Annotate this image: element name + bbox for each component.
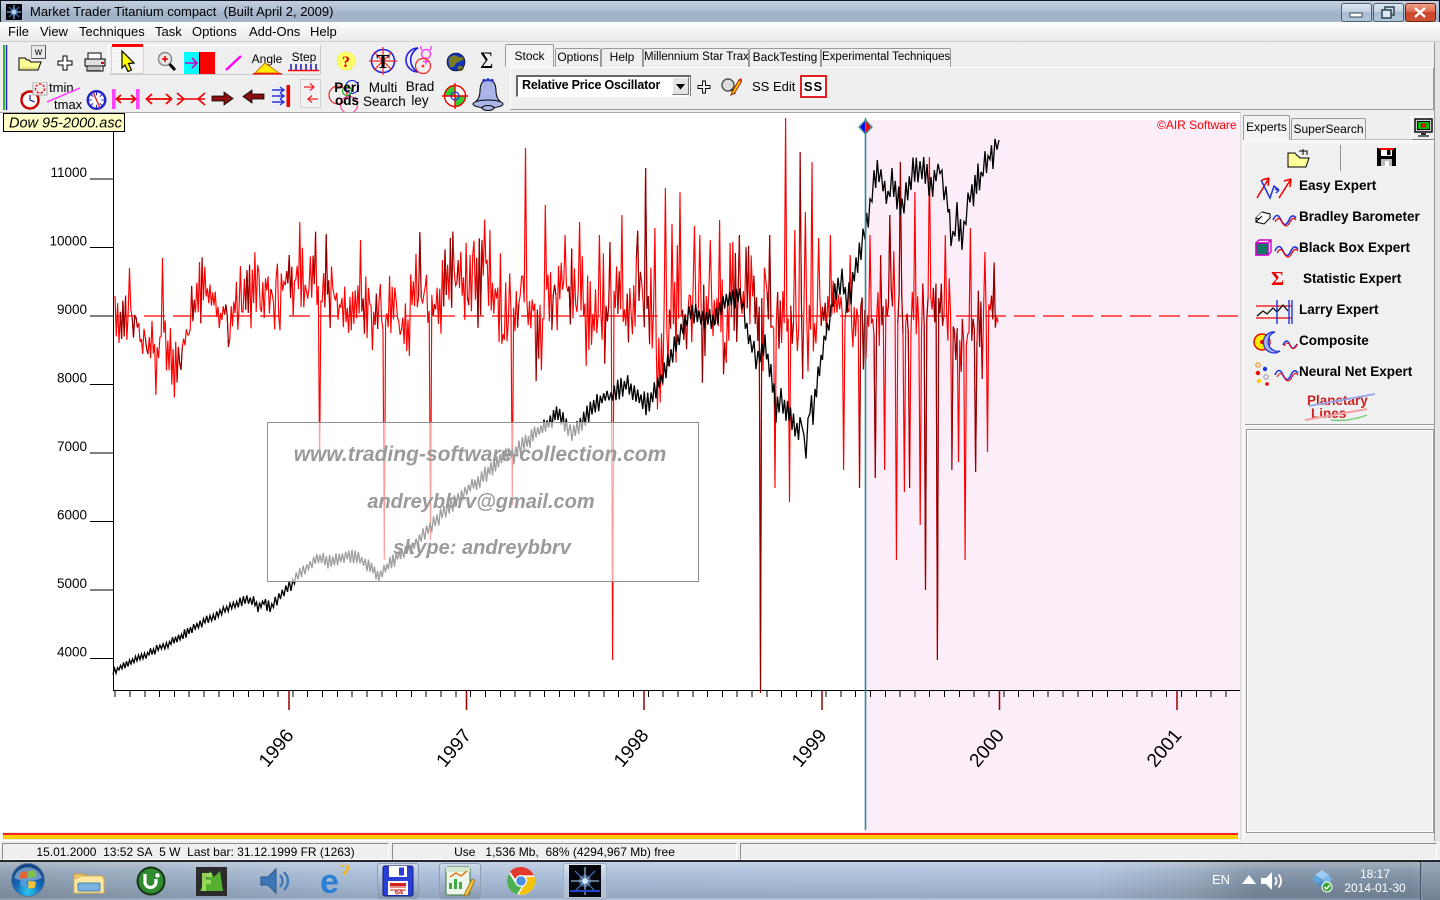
svg-text:T: T (376, 51, 390, 73)
svg-text:©AIR Software: ©AIR Software (1157, 118, 1237, 132)
svg-text:skype: andreybbrv: skype: andreybbrv (393, 537, 573, 559)
svg-text:10000: 10000 (49, 234, 87, 249)
svg-text:5000: 5000 (57, 576, 87, 591)
svg-text:6000: 6000 (57, 508, 87, 523)
svg-text:9000: 9000 (57, 302, 87, 317)
svg-text:11000: 11000 (50, 165, 87, 180)
svg-text:Dow 95-2000.asc: Dow 95-2000.asc (9, 116, 123, 132)
svg-text:e: e (320, 865, 339, 899)
svg-text:7000: 7000 (57, 439, 87, 454)
svg-text:64: 64 (395, 888, 404, 897)
svg-text:4000: 4000 (57, 645, 87, 660)
svg-text:andreybbrv@gmail.com: andreybbrv@gmail.com (367, 491, 594, 513)
svg-text:8000: 8000 (57, 371, 87, 386)
svg-text:?: ? (342, 54, 350, 71)
svg-text:www.trading-software-collectio: www.trading-software-collection.com (294, 443, 667, 466)
